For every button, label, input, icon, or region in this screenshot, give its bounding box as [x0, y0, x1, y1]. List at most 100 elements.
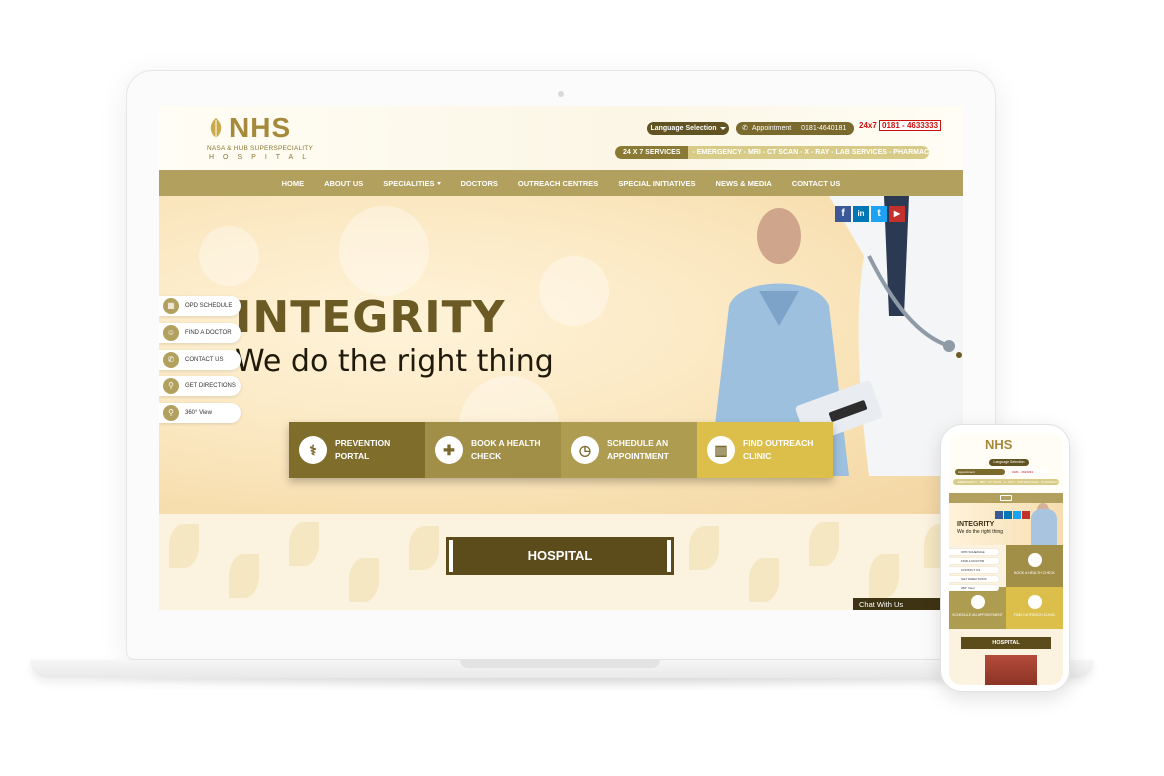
language-selection-label: Language Selection: [650, 125, 717, 132]
logo-hospital-text: HOSPITAL: [209, 154, 316, 161]
mobile-hero-title: INTEGRITY: [957, 521, 995, 528]
side-item-find-a-doctor[interactable]: ☺ FIND A DOCTOR: [159, 323, 241, 343]
mobile-side-item[interactable]: FIND A DOCTOR: [949, 558, 999, 564]
linkedin-icon[interactable]: [1004, 511, 1012, 519]
cta-label: FIND OUTREACH CLINIC: [743, 438, 814, 461]
bokeh-light: [199, 226, 259, 286]
mobile-language-dropdown[interactable]: Language Selection: [989, 459, 1029, 466]
phone-icon: ✆: [163, 352, 179, 368]
hero-title: INTEGRITY: [235, 292, 506, 343]
laptop-camera: [558, 91, 564, 97]
mobile-schedule-appointment[interactable]: SCHEDULE AN APPOINTMENT: [949, 587, 1006, 629]
social-links: f in t ▶: [835, 206, 905, 222]
quick-actions: ⚕ PREVENTION PORTAL ✚ BOOK A HEALTH CHEC…: [289, 422, 833, 478]
nav-item-home[interactable]: HOME: [272, 179, 315, 188]
mobile-find-outreach-clinic[interactable]: FIND OUTREACH CLINIC: [1006, 587, 1063, 629]
side-item-opd-schedule[interactable]: ▦ OPD SCHEDULE: [159, 296, 241, 316]
services-list: - EMERGENCY - MRI - CT SCAN - X - RAY - …: [692, 149, 929, 156]
side-item-label: CONTACT US: [185, 357, 224, 363]
chevron-down-icon: [436, 182, 441, 186]
hero-subtitle: We do the right thing: [235, 344, 554, 379]
appointment-pill[interactable]: ✆ Appointment 0181-4640181: [736, 122, 854, 135]
mobile-hero-subtitle: We do the right thing: [957, 529, 1004, 535]
mobile-side-item[interactable]: 360° View: [949, 585, 999, 591]
nhs-logo[interactable]: NHS NASA & HUB SUPERSPECIALITY HOSPITAL: [205, 112, 365, 166]
cta-label: PREVENTION PORTAL: [335, 438, 391, 461]
nav-item-about-us[interactable]: ABOUT US: [314, 179, 373, 188]
facebook-icon[interactable]: f: [835, 206, 851, 222]
laptop-notch: [460, 660, 660, 668]
nav-item-specialities[interactable]: SPECIALITIES: [373, 179, 450, 188]
emergency-phone: 0181 - 4633333: [879, 120, 942, 131]
doctor-icon: ☺: [163, 325, 179, 341]
linkedin-icon[interactable]: in: [853, 206, 869, 222]
twitter-icon[interactable]: t: [871, 206, 887, 222]
facebook-icon[interactable]: [995, 511, 1003, 519]
calendar-clock-icon: [970, 595, 985, 609]
doctor-icon: ⚕: [299, 436, 327, 464]
hospital-building-photo: [985, 655, 1037, 685]
mobile-appointment-pill[interactable]: Appointment: [955, 469, 1005, 475]
prevention-portal-button[interactable]: ⚕ PREVENTION PORTAL: [289, 422, 425, 478]
twitter-icon[interactable]: [1013, 511, 1021, 519]
side-item-360-view[interactable]: ⚲ 360° View: [159, 403, 241, 423]
side-item-contact-us[interactable]: ✆ CONTACT US: [159, 350, 241, 370]
youtube-icon[interactable]: ▶: [889, 206, 905, 222]
leaf-decoration: [349, 558, 379, 602]
nav-item-outreach-centres[interactable]: OUTREACH CENTRES: [508, 179, 608, 188]
location-pin-icon: ⚲: [163, 378, 179, 394]
hero-slider: f in t ▶ INTEGRITY We do the right thing…: [159, 196, 963, 514]
phone-frame: NHS Language Selection Appointment 0181 …: [940, 424, 1070, 692]
hospital-building-icon: ▥: [707, 436, 735, 464]
mobile-website: NHS Language Selection Appointment 0181 …: [949, 433, 1063, 685]
leaf-decoration: [689, 526, 719, 570]
appointment-label: Appointment: [751, 125, 792, 132]
mobile-hospital-heading: HOSPITAL: [961, 637, 1051, 649]
desktop-website: NHS NASA & HUB SUPERSPECIALITY HOSPITAL …: [159, 106, 963, 610]
header-bar: NHS NASA & HUB SUPERSPECIALITY HOSPITAL …: [159, 106, 963, 170]
mobile-tile-label: FIND OUTREACH CLINIC: [1013, 613, 1056, 617]
book-health-check-button[interactable]: ✚ BOOK A HEALTH CHECK: [425, 422, 561, 478]
leaf-logo-icon: [210, 118, 222, 138]
bokeh-light: [339, 206, 429, 296]
medical-clipboard-icon: [1027, 553, 1042, 567]
mobile-side-item[interactable]: OPD SCHEDULE: [949, 549, 999, 555]
side-item-get-directions[interactable]: ⚲ GET DIRECTIONS: [159, 376, 241, 396]
mobile-tile-label: SCHEDULE AN APPOINTMENT: [952, 613, 1003, 617]
mobile-side-item[interactable]: GET DIRECTIONS: [949, 576, 999, 582]
emergency-number[interactable]: 24x7 0181 - 4633333: [859, 120, 942, 131]
leaf-decoration: [169, 524, 199, 568]
emergency-prefix: 24x7: [859, 121, 877, 130]
nav-item-specialities-label: SPECIALITIES: [383, 178, 435, 188]
mobile-social-links: [995, 511, 1030, 519]
side-item-label: GET DIRECTIONS: [185, 383, 236, 389]
leaf-decoration: [229, 554, 259, 598]
mobile-emergency-number[interactable]: 0181 - 4633333: [1009, 469, 1049, 475]
nav-item-doctors[interactable]: DOCTORS: [451, 179, 508, 188]
cta-label: BOOK A HEALTH CHECK: [471, 438, 541, 461]
side-item-label: FIND A DOCTOR: [185, 330, 232, 336]
side-item-label: 360° View: [185, 410, 212, 416]
mobile-logo[interactable]: NHS: [985, 437, 1012, 452]
slider-dot[interactable]: [956, 352, 962, 358]
nav-item-special-initiatives[interactable]: SPECIAL INITIATIVES: [608, 179, 705, 188]
hospital-building-icon: [1027, 595, 1042, 609]
mobile-side-item[interactable]: CONTACT US: [949, 567, 999, 573]
phone-icon: ✆: [742, 125, 748, 132]
hamburger-menu-icon[interactable]: [1000, 495, 1012, 501]
mobile-services-ticker: - EMERGENCY - MRI - CT SCAN - X - RAY - …: [953, 479, 1059, 485]
schedule-appointment-button[interactable]: ◷ SCHEDULE AN APPOINTMENT: [561, 422, 697, 478]
mobile-book-health-check[interactable]: BOOK A HEALTH CHECK: [1006, 545, 1063, 587]
language-selection-dropdown[interactable]: Language Selection: [647, 122, 729, 135]
services-ticker: 24 X 7 SERVICES - EMERGENCY - MRI - CT SC…: [615, 146, 929, 159]
mobile-tile-label: BOOK A HEALTH CHECK: [1014, 571, 1055, 575]
showcase-stage: NHS NASA & HUB SUPERSPECIALITY HOSPITAL …: [0, 0, 1164, 776]
leaf-decoration: [869, 554, 899, 598]
nav-item-news-media[interactable]: NEWS & MEDIA: [706, 179, 782, 188]
appointment-phone: 0181-4640181: [801, 125, 847, 132]
medical-clipboard-icon: ✚: [435, 436, 463, 464]
find-outreach-clinic-button[interactable]: ▥ FIND OUTREACH CLINIC: [697, 422, 833, 478]
nav-item-contact-us[interactable]: CONTACT US: [782, 179, 851, 188]
hospital-section-heading: HOSPITAL: [449, 540, 671, 572]
youtube-icon[interactable]: [1022, 511, 1030, 519]
